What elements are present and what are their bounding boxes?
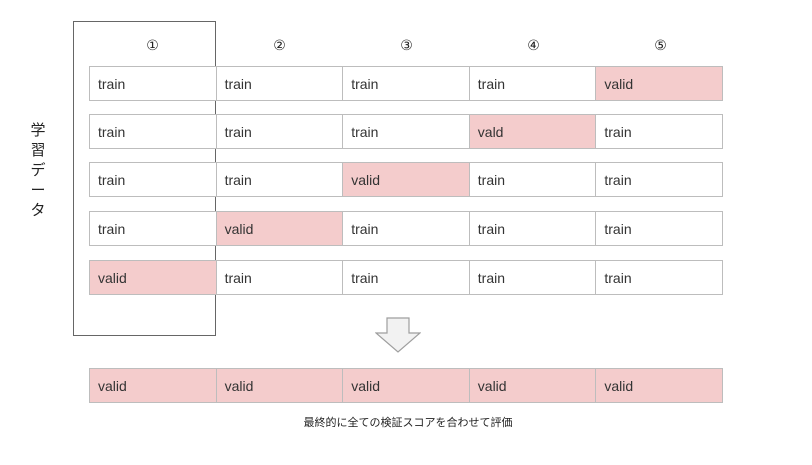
split-cell: train bbox=[215, 260, 344, 295]
split-cell: train bbox=[595, 260, 723, 295]
split-cell: train bbox=[342, 66, 470, 101]
split-cell: valid bbox=[89, 260, 217, 295]
result-row: valid valid valid valid valid bbox=[89, 368, 727, 403]
caption: 最終的に全ての検証スコアを合わせて評価 bbox=[303, 416, 513, 429]
split-cell: train bbox=[215, 66, 344, 101]
split-row-3: train train valid train train bbox=[89, 162, 727, 197]
side-label-char: 習 bbox=[30, 141, 46, 159]
training-data-label: 学 習 デ ー タ bbox=[29, 120, 47, 220]
split-cell: train bbox=[595, 114, 723, 149]
split-row-1: train train train train valid bbox=[89, 66, 727, 101]
split-row-5: valid train train train train bbox=[89, 260, 727, 295]
split-cell: train bbox=[342, 114, 470, 149]
result-cell: valid bbox=[215, 368, 344, 403]
split-cell: train bbox=[468, 66, 597, 101]
fold-header-1: ① bbox=[146, 38, 159, 54]
split-cell: train bbox=[215, 162, 344, 197]
result-cell: valid bbox=[89, 368, 217, 403]
split-cell: valid bbox=[215, 211, 344, 246]
side-label-char: ー bbox=[30, 181, 46, 199]
split-cell: vald bbox=[468, 114, 597, 149]
split-cell: train bbox=[89, 114, 217, 149]
split-cell: valid bbox=[342, 162, 470, 197]
side-label-char: デ bbox=[30, 161, 46, 179]
split-cell: train bbox=[468, 211, 597, 246]
fold-header-4: ④ bbox=[527, 38, 540, 54]
split-cell: train bbox=[342, 211, 470, 246]
side-label-char: 学 bbox=[30, 121, 46, 139]
result-cell: valid bbox=[468, 368, 597, 403]
split-cell: train bbox=[468, 260, 597, 295]
split-cell: train bbox=[89, 211, 217, 246]
fold-header-3: ③ bbox=[400, 38, 413, 54]
fold-header-2: ② bbox=[273, 38, 286, 54]
split-cell: train bbox=[468, 162, 597, 197]
split-row-4: train valid train train train bbox=[89, 211, 727, 246]
split-cell: train bbox=[89, 66, 217, 101]
split-cell: train bbox=[215, 114, 344, 149]
split-cell: train bbox=[342, 260, 470, 295]
result-cell: valid bbox=[595, 368, 723, 403]
down-arrow-icon bbox=[375, 317, 421, 353]
split-cell: train bbox=[89, 162, 217, 197]
result-cell: valid bbox=[342, 368, 470, 403]
split-cell: valid bbox=[595, 66, 723, 101]
split-row-2: train train train vald train bbox=[89, 114, 727, 149]
split-cell: train bbox=[595, 211, 723, 246]
side-label-char: タ bbox=[30, 201, 46, 219]
fold-header-5: ⑤ bbox=[654, 38, 667, 54]
split-cell: train bbox=[595, 162, 723, 197]
